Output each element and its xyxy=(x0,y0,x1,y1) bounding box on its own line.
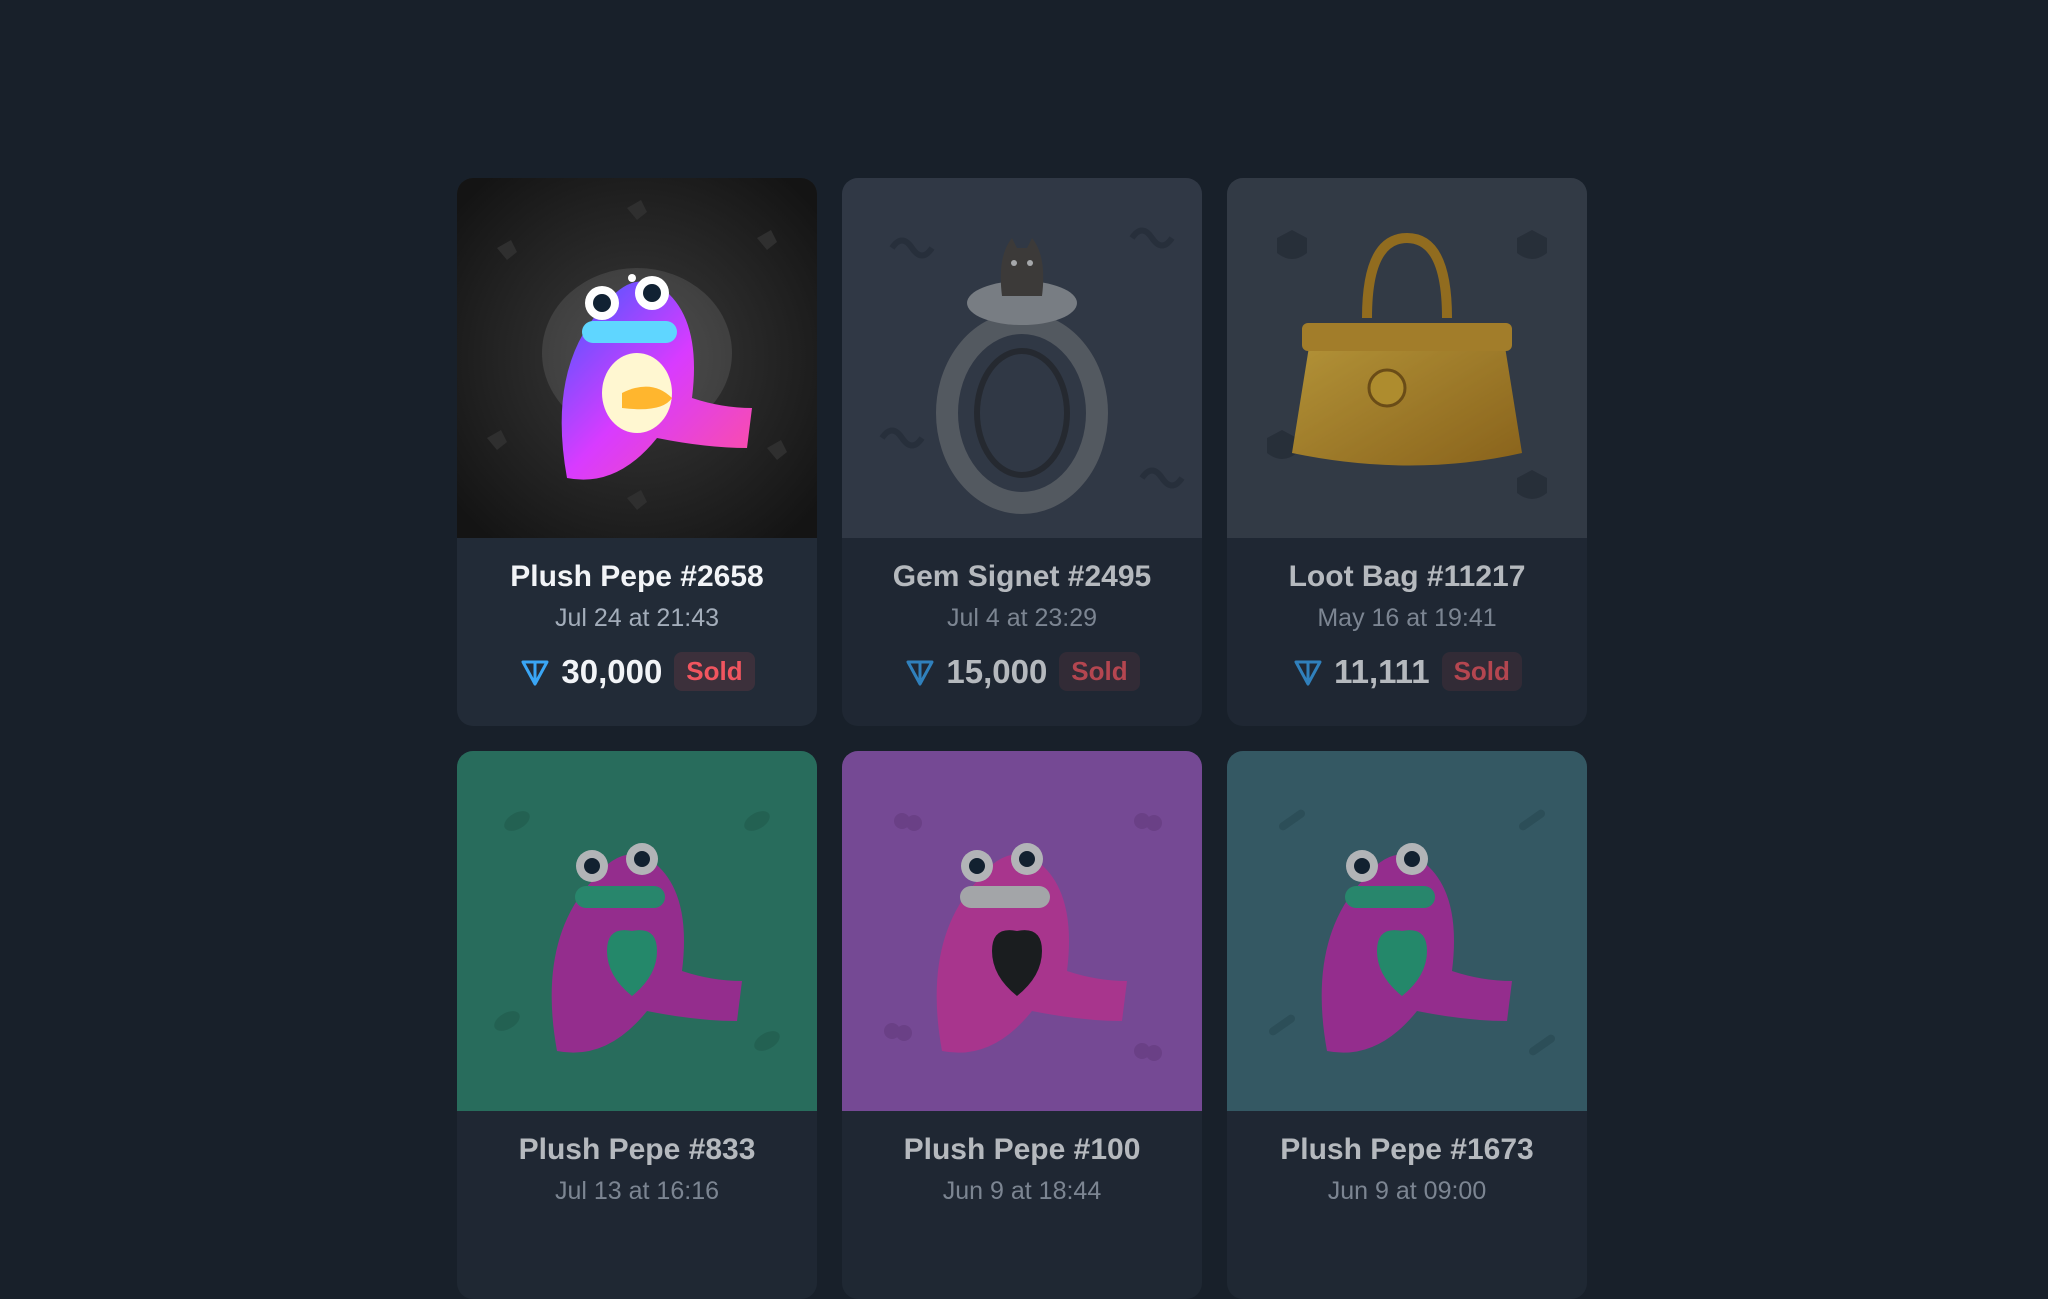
gift-title: Plush Pepe #833 xyxy=(518,1133,756,1166)
gift-info: Loot Bag #11217 May 16 at 19:41 11,111 S… xyxy=(1227,538,1587,726)
price-row: 11,111 Sold xyxy=(1227,652,1587,691)
price-row: 30,000 Sold xyxy=(457,652,817,691)
gift-card[interactable]: Plush Pepe #2658 Jul 24 at 21:43 30,000 … xyxy=(457,178,817,726)
pink-plush-pepe-black-heart-icon xyxy=(842,751,1202,1111)
gift-date: Jun 9 at 09:00 xyxy=(1327,1177,1487,1205)
gift-title: Plush Pepe #2658 xyxy=(510,560,764,593)
ton-diamond-icon xyxy=(1294,660,1322,685)
gift-card[interactable]: Plush Pepe #1673 Jun 9 at 09:00 xyxy=(1227,751,1587,1299)
gift-date: May 16 at 19:41 xyxy=(1317,604,1497,632)
status-badge: Sold xyxy=(1059,652,1140,691)
gift-art xyxy=(1227,178,1587,538)
gift-price: 15,000 xyxy=(946,652,1048,690)
gift-title: Loot Bag #11217 xyxy=(1288,560,1526,593)
gift-title: Plush Pepe #1673 xyxy=(1280,1133,1534,1166)
gift-info: Plush Pepe #100 Jun 9 at 18:44 xyxy=(842,1111,1202,1299)
gold-handbag-icon xyxy=(1227,178,1587,538)
gift-info: Gem Signet #2495 Jul 4 at 23:29 15,000 S… xyxy=(842,538,1202,726)
gift-card[interactable]: Plush Pepe #100 Jun 9 at 18:44 xyxy=(842,751,1202,1299)
silver-ring-with-cat-icon xyxy=(842,178,1202,538)
gift-title: Plush Pepe #100 xyxy=(903,1133,1141,1166)
gift-price: 11,111 xyxy=(1334,652,1430,690)
gift-card[interactable]: Loot Bag #11217 May 16 at 19:41 11,111 S… xyxy=(1227,178,1587,726)
gift-art xyxy=(1227,751,1587,1111)
price-row: 15,000 Sold xyxy=(842,652,1202,691)
gift-info: Plush Pepe #2658 Jul 24 at 21:43 30,000 … xyxy=(457,538,817,726)
gift-date: Jul 13 at 16:16 xyxy=(554,1177,719,1205)
gift-card[interactable]: Gem Signet #2495 Jul 4 at 23:29 15,000 S… xyxy=(842,178,1202,726)
gift-info: Plush Pepe #1673 Jun 9 at 09:00 xyxy=(1227,1111,1587,1299)
gift-price: 30,000 xyxy=(561,652,663,690)
ton-diamond-icon xyxy=(906,660,934,685)
gift-date: Jul 4 at 23:29 xyxy=(946,604,1098,632)
gift-title: Gem Signet #2495 xyxy=(892,560,1152,593)
gift-art xyxy=(842,178,1202,538)
gift-card[interactable]: Plush Pepe #833 Jul 13 at 16:16 xyxy=(457,751,817,1299)
purple-plush-pepe-green-heart-icon xyxy=(1227,751,1587,1111)
purple-plush-pepe-green-heart-icon xyxy=(457,751,817,1111)
gift-date: Jul 24 at 21:43 xyxy=(554,604,719,632)
status-badge: Sold xyxy=(1441,652,1522,691)
gift-art xyxy=(457,751,817,1111)
gift-art xyxy=(842,751,1202,1111)
status-badge: Sold xyxy=(674,652,755,691)
rainbow-plush-pepe-icon xyxy=(457,178,817,538)
gift-date: Jun 9 at 18:44 xyxy=(942,1177,1102,1205)
gift-info: Plush Pepe #833 Jul 13 at 16:16 xyxy=(457,1111,817,1299)
gift-art xyxy=(457,178,817,538)
ton-diamond-icon xyxy=(521,660,549,685)
